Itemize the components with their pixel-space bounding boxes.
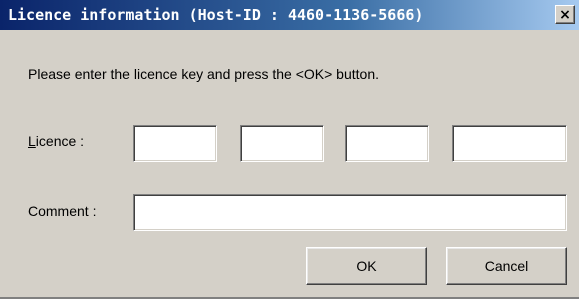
comment-field[interactable] [133,194,567,231]
licence-field-3[interactable] [345,125,429,162]
licence-field-2[interactable] [240,125,324,162]
licence-label-mnemonic: L [28,133,36,149]
comment-label: Comment : [28,203,97,219]
close-icon: × [559,6,571,23]
instruction-text: Please enter the licence key and press t… [28,66,379,82]
window-title: Licence information (Host-ID : 4460-1136… [8,6,424,24]
licence-label: Licence : [28,133,84,149]
licence-dialog: Licence information (Host-ID : 4460-1136… [0,0,579,299]
licence-field-1[interactable] [133,125,217,162]
licence-label-rest: icence : [35,133,85,149]
title-bar[interactable]: Licence information (Host-ID : 4460-1136… [0,0,579,30]
licence-field-4[interactable] [452,125,567,162]
close-button[interactable]: × [555,5,575,24]
cancel-button[interactable]: Cancel [446,247,567,285]
ok-button[interactable]: OK [306,247,427,285]
